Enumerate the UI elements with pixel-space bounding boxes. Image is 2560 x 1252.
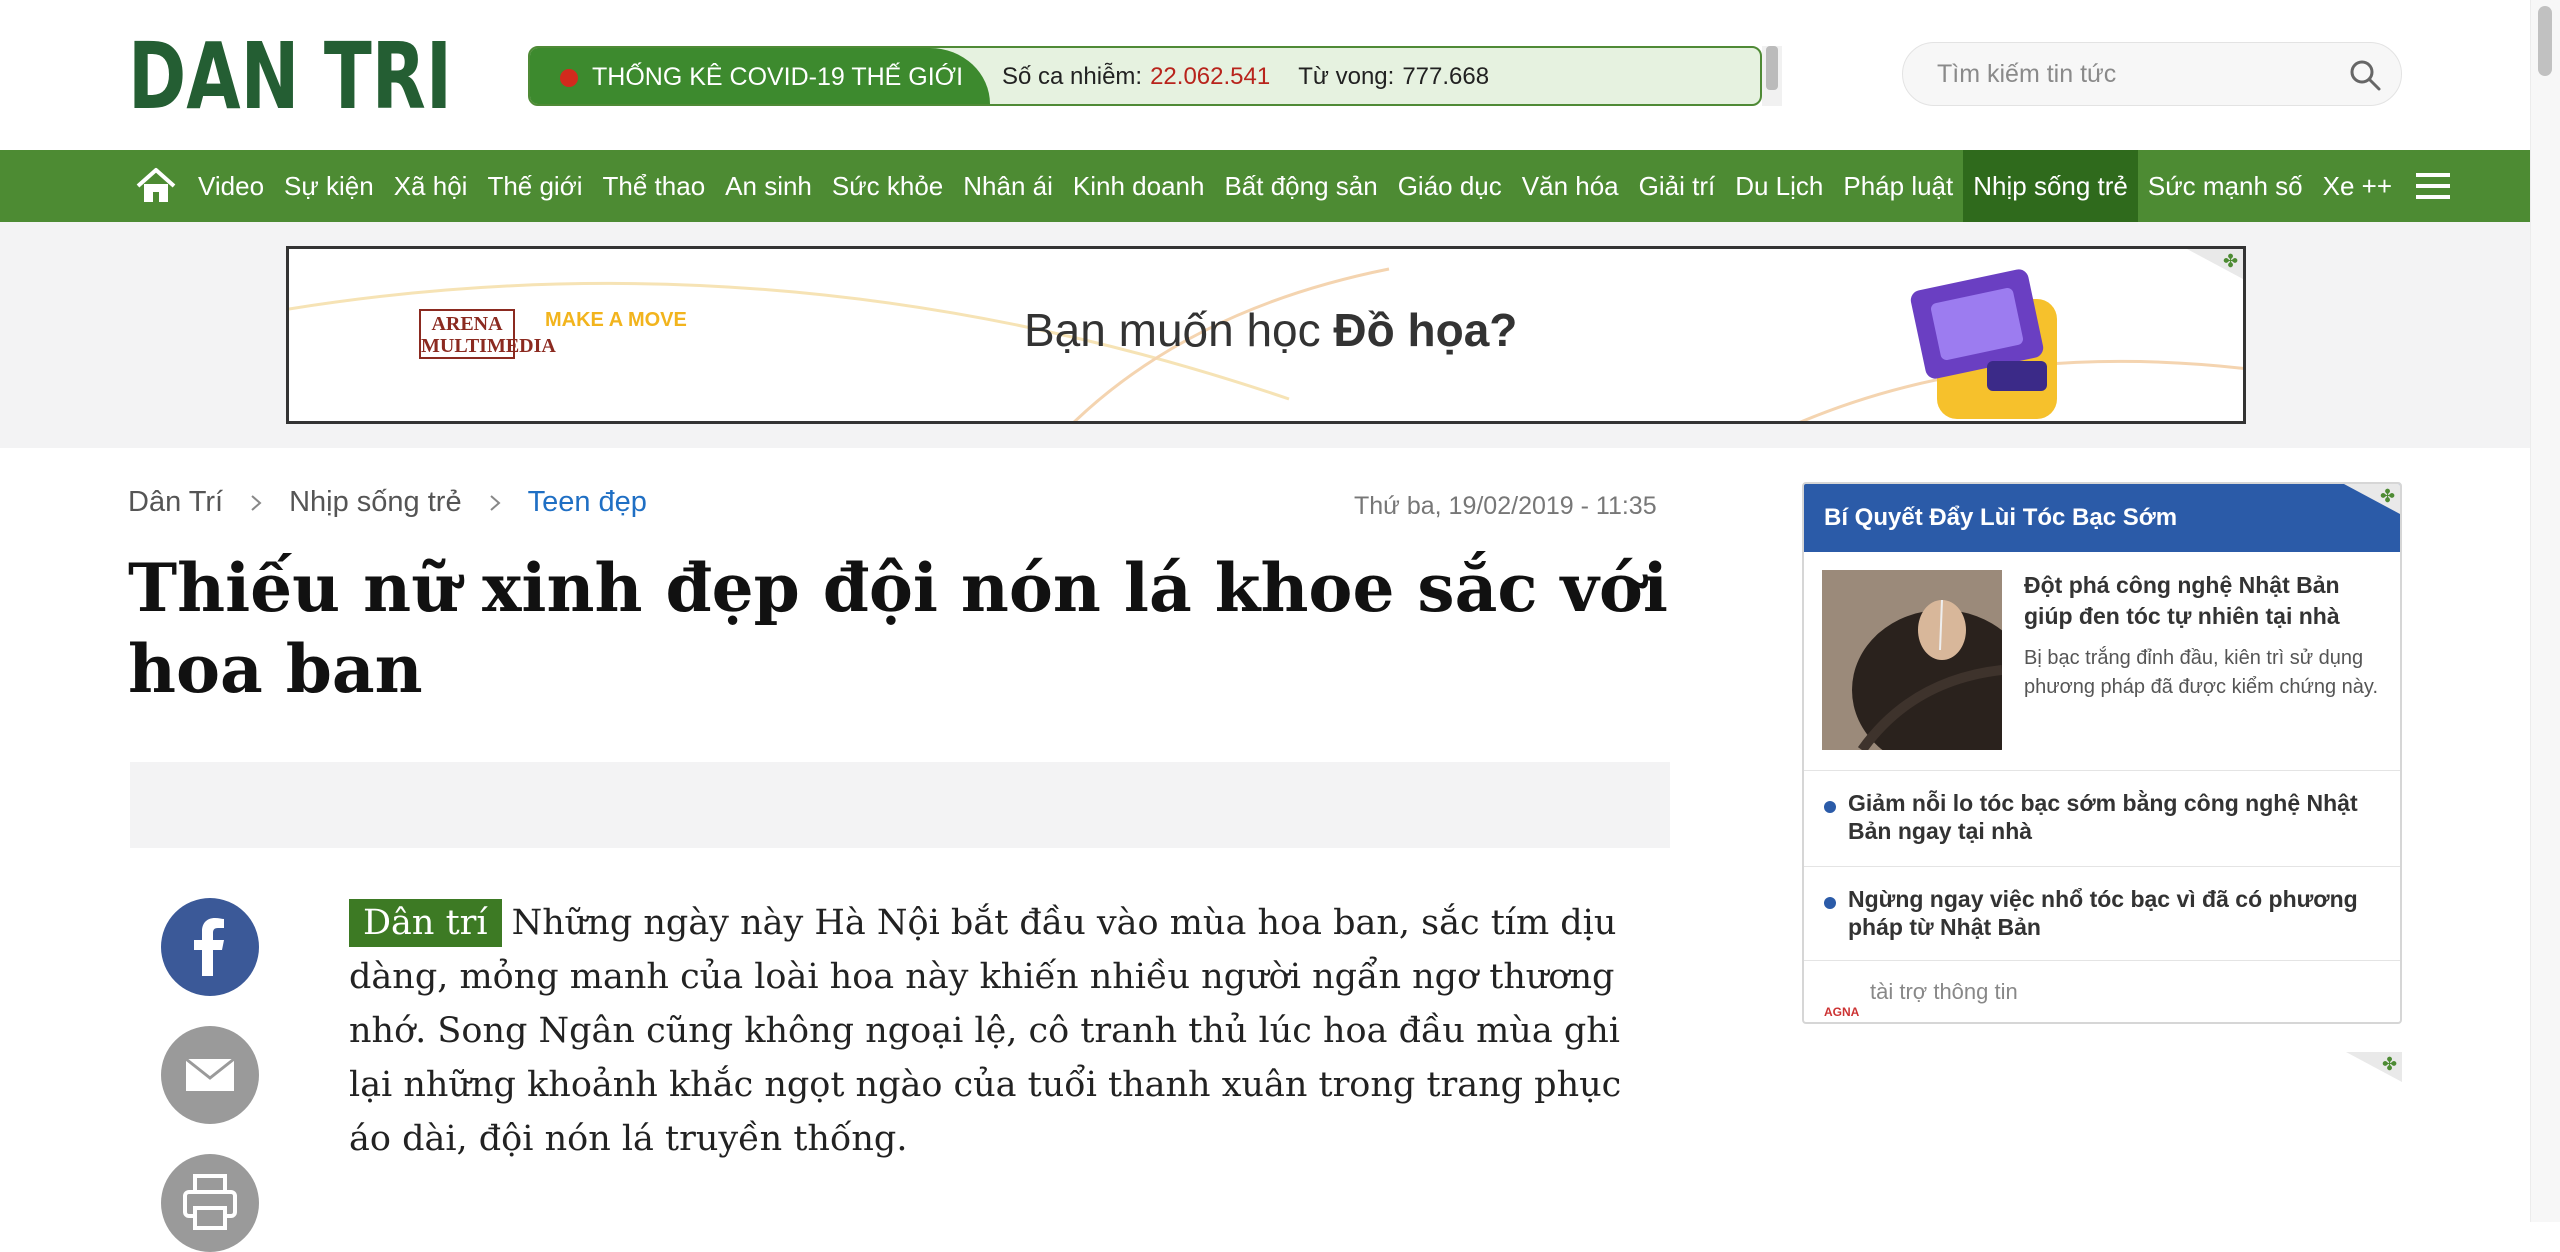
- nav-item-nhip-song-tre[interactable]: Nhịp sống trẻ: [1963, 150, 2138, 222]
- hair-photo: [1822, 570, 2002, 750]
- share-facebook-button[interactable]: [161, 898, 259, 996]
- covid-scrollbar-thumb[interactable]: [1766, 46, 1778, 90]
- nav-item-the-thao[interactable]: Thể thao: [593, 150, 716, 222]
- breadcrumb: Dân Trí Nhịp sống trẻ Teen đẹp: [128, 486, 647, 519]
- facebook-icon: [194, 918, 224, 976]
- search-input[interactable]: [1935, 43, 2335, 105]
- ad-headline: Bạn muốn học Đồ họa?: [1024, 304, 1518, 356]
- cases-value: 22.062.541: [1150, 63, 1271, 90]
- ad-choices-icon[interactable]: ✤: [2344, 484, 2400, 514]
- nav-item-the-gioi[interactable]: Thế giới: [477, 150, 592, 222]
- sponsored-link[interactable]: Giảm nỗi lo tóc bạc sớm bằng công nghệ N…: [1804, 770, 2400, 866]
- article-date: Thứ ba, 19/02/2019 - 11:35: [1354, 492, 1657, 520]
- sponsored-feature-desc: Bị bạc trắng đỉnh đầu, kiên trì sử dụng …: [2024, 647, 2379, 698]
- breadcrumb-dan-tri[interactable]: Dân Trí: [128, 486, 223, 519]
- arena-logo: ARENA MULTIMEDIA: [419, 309, 556, 359]
- covid-stats: Số ca nhiễm: 22.062.541 Từ vong: 777.668: [1002, 48, 1490, 104]
- sponsored-footer: AGNA tài trợ thông tin: [1804, 960, 2400, 1022]
- ad-choices-icon[interactable]: ✤: [2187, 249, 2243, 279]
- covid-label: THỐNG KÊ COVID-19 THẾ GIỚI: [530, 48, 990, 104]
- nav-item-suc-khoe[interactable]: Sức khỏe: [822, 150, 953, 222]
- print-icon: [183, 1174, 237, 1230]
- search-icon[interactable]: [2347, 57, 2383, 93]
- nav-item-an-sinh[interactable]: An sinh: [715, 150, 822, 222]
- article-lead: Dân trí Những ngày này Hà Nội bắt đầu vào…: [349, 896, 1649, 1166]
- breadcrumb-nhip-song-tre[interactable]: Nhịp sống trẻ: [289, 486, 462, 519]
- virus-icon: [560, 69, 578, 87]
- nav-item-xa-hoi[interactable]: Xã hội: [384, 150, 478, 222]
- top-banner-ad[interactable]: ARENA MULTIMEDIA MAKE A MOVE Bạn muốn họ…: [286, 246, 2246, 424]
- svg-text:✤: ✤: [2382, 1054, 2397, 1075]
- home-icon[interactable]: [134, 164, 178, 208]
- svg-text:✤: ✤: [2223, 251, 2238, 272]
- search-box: [1902, 42, 2402, 106]
- cases-label: Số ca nhiễm:: [1002, 63, 1143, 90]
- deaths-value: 777.668: [1402, 63, 1490, 90]
- sponsor-brand-logo: AGNA: [1824, 1005, 1860, 1019]
- nav-item-giao-duc[interactable]: Giáo dục: [1388, 150, 1512, 222]
- menu-icon[interactable]: [2414, 170, 2454, 202]
- nav-item-suc-manh-so[interactable]: Sức mạnh số: [2138, 150, 2313, 222]
- nav-item-van-hoa[interactable]: Văn hóa: [1512, 150, 1629, 222]
- covid-stats-bar[interactable]: THỐNG KÊ COVID-19 THẾ GIỚI Số ca nhiễm: 2…: [528, 46, 1762, 106]
- nav-item-su-kien[interactable]: Sự kiện: [274, 150, 384, 222]
- mail-icon: [185, 1057, 235, 1091]
- main-nav: Video Sự kiện Xã hội Thế giới Thể thao A…: [0, 150, 2530, 222]
- share-email-button[interactable]: [161, 1026, 259, 1124]
- nav-items: Video Sự kiện Xã hội Thế giới Thể thao A…: [188, 150, 2402, 222]
- nav-item-kinh-doanh[interactable]: Kinh doanh: [1063, 150, 1215, 222]
- nav-item-giai-tri[interactable]: Giải trí: [1629, 150, 1726, 222]
- lead-text: Những ngày này Hà Nội bắt đầu vào mùa ho…: [349, 903, 1622, 1159]
- bullet-icon: [1824, 897, 1836, 909]
- sponsored-link[interactable]: Ngừng ngay việc nhổ tóc bạc vì đã có phư…: [1804, 866, 2400, 960]
- sponsored-feature-title[interactable]: Đột phá công nghệ Nhật Bản giúp đen tóc …: [2024, 570, 2384, 632]
- in-article-ad-slot: [130, 762, 1670, 848]
- sponsored-box: Bí Quyết Đẩy Lùi Tóc Bạc Sớm ✤ Đột phá c…: [1802, 482, 2402, 1024]
- sponsored-feature[interactable]: Đột phá công nghệ Nhật Bản giúp đen tóc …: [1822, 570, 2392, 754]
- nav-item-nhan-ai[interactable]: Nhân ái: [953, 150, 1063, 222]
- ad-illustration: [1910, 269, 2057, 419]
- page-scrollbar-track[interactable]: [2530, 0, 2560, 1222]
- chevron-right-icon: [251, 494, 262, 511]
- nav-item-video[interactable]: Video: [188, 150, 274, 222]
- ad-choices-icon[interactable]: ✤: [2346, 1052, 2402, 1082]
- sponsored-heading[interactable]: Bí Quyết Đẩy Lùi Tóc Bạc Sớm: [1804, 484, 2400, 552]
- svg-text:DÂN TRÍ: DÂN TRÍ: [128, 36, 452, 116]
- svg-text:✤: ✤: [2380, 486, 2395, 507]
- article-title: Thiếu nữ xinh đẹp đội nón lá khoe sắc vớ…: [128, 549, 1668, 708]
- page-scrollbar-thumb[interactable]: [2538, 6, 2552, 76]
- breadcrumb-teen-dep[interactable]: Teen đẹp: [528, 486, 647, 519]
- nav-item-du-lich[interactable]: Du Lịch: [1725, 150, 1833, 222]
- print-button[interactable]: [161, 1154, 259, 1252]
- nav-item-xe[interactable]: Xe ++: [2313, 150, 2402, 222]
- dan-tri-logo[interactable]: DÂN TRÍ: [128, 36, 452, 116]
- sponsored-thumbnail[interactable]: [1822, 570, 2002, 750]
- site-header: DÂN TRÍ THỐNG KÊ COVID-19 THẾ GIỚI Số ca…: [0, 0, 2530, 150]
- chevron-right-icon: [489, 494, 501, 511]
- deaths-label: Từ vong:: [1298, 63, 1395, 90]
- bullet-icon: [1824, 801, 1836, 813]
- nav-item-bat-dong-san[interactable]: Bất động sản: [1214, 150, 1387, 222]
- make-a-move-logo: MAKE A MOVE: [545, 309, 687, 331]
- nav-item-phap-luat[interactable]: Pháp luật: [1833, 150, 1963, 222]
- lead-source-tag: Dân trí: [349, 899, 502, 947]
